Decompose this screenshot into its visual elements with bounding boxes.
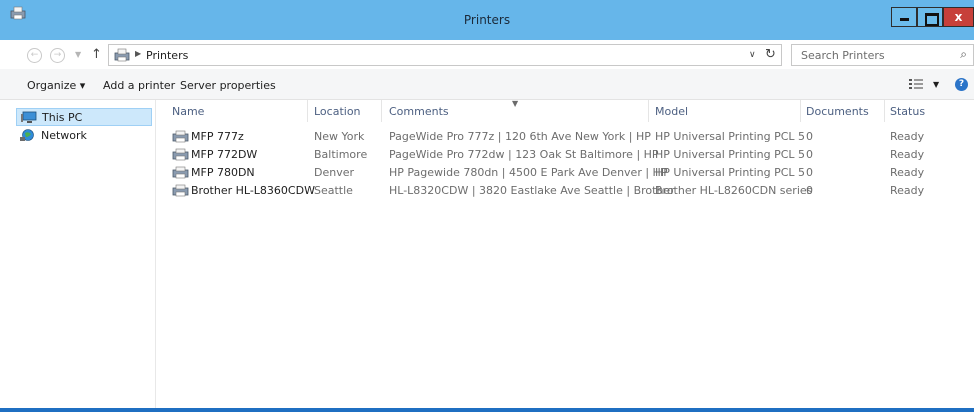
printer-name: MFP 780DN — [191, 166, 255, 179]
printer-status: Ready — [890, 184, 925, 197]
printer-model: HP Universal Printing PCL 5 — [655, 148, 806, 161]
column-header-status[interactable]: Status — [890, 105, 925, 118]
printer-documents: 0 — [806, 166, 813, 179]
printer-model: HP Universal Printing PCL 5 — [655, 166, 806, 179]
printer-comments: HL-L8320CDW | 3820 Eastlake Ave Seattle … — [389, 184, 675, 197]
sidebar-item-label: Network — [41, 129, 87, 142]
printer-status: Ready — [890, 130, 925, 143]
add-printer-button[interactable]: Add a printer — [103, 79, 175, 92]
recent-locations-chevron-icon[interactable]: ▼ — [75, 50, 81, 59]
column-divider[interactable] — [381, 100, 382, 122]
printer-location: Seattle — [314, 184, 353, 197]
window-title: Printers — [463, 13, 511, 27]
printer-icon — [172, 130, 189, 143]
column-divider[interactable] — [800, 100, 801, 122]
printer-documents: 0 — [806, 148, 813, 161]
server-properties-button[interactable]: Server properties — [180, 79, 276, 92]
printer-location: Denver — [314, 166, 355, 179]
printer-row[interactable]: MFP 772DW Baltimore PageWide Pro 772dw |… — [157, 146, 974, 163]
printer-model: Brother HL-L8260CDN series — [655, 184, 813, 197]
up-arrow-icon[interactable]: ↑ — [91, 47, 102, 62]
printer-icon — [172, 184, 189, 197]
maximize-button[interactable] — [917, 7, 943, 27]
sidebar-item-label: This PC — [42, 111, 83, 124]
column-header-documents[interactable]: Documents — [806, 105, 869, 118]
command-toolbar: Organize ▾ Add a printer Server properti… — [0, 69, 974, 100]
address-row: ← → ▼ ↑ ▶ Printers ∨ ↻ Search Printers ⌕ — [0, 40, 974, 69]
search-icon[interactable]: ⌕ — [960, 47, 967, 62]
search-placeholder: Search Printers — [801, 49, 885, 62]
computer-icon — [21, 111, 37, 123]
sort-indicator-icon: ▼ — [512, 99, 519, 108]
printer-comments: PageWide Pro 772dw | 123 Oak St Baltimor… — [389, 148, 659, 161]
refresh-icon[interactable]: ↻ — [765, 47, 776, 62]
minimize-button[interactable] — [891, 7, 917, 27]
printer-documents: 0 — [806, 130, 813, 143]
printer-status: Ready — [890, 166, 925, 179]
window-bottom-border — [0, 408, 974, 412]
address-dropdown-chevron-icon[interactable]: ∨ — [749, 50, 756, 60]
printer-name: MFP 772DW — [191, 148, 258, 161]
sidebar-item-this-pc[interactable]: This PC — [16, 108, 152, 126]
printer-comments: HP Pagewide 780dn | 4500 E Park Ave Denv… — [389, 166, 668, 179]
title-bar: Printers x — [0, 0, 974, 40]
column-headers: Name Location Comments ▼ Model Documents… — [157, 99, 974, 122]
sidebar-item-network[interactable]: Network — [16, 127, 152, 145]
printer-location: New York — [314, 130, 365, 143]
breadcrumb-chevron-icon[interactable]: ▶ — [135, 49, 141, 58]
navigation-pane: This PC Network — [13, 100, 156, 412]
printer-name: MFP 777z — [191, 130, 244, 143]
search-input[interactable]: Search Printers ⌕ — [791, 44, 974, 66]
breadcrumb-printers[interactable]: Printers — [146, 49, 188, 62]
view-options-chevron-icon[interactable]: ▼ — [933, 80, 939, 89]
organize-button[interactable]: Organize ▾ — [27, 79, 85, 92]
printer-status: Ready — [890, 148, 925, 161]
change-view-icon[interactable] — [909, 78, 923, 90]
printer-row[interactable]: MFP 777z New York PageWide Pro 777z | 12… — [157, 128, 974, 145]
printer-row[interactable]: Brother HL-L8360CDW Seattle HL-L8320CDW … — [157, 182, 974, 199]
address-bar[interactable]: ▶ Printers ∨ ↻ — [108, 44, 782, 66]
column-header-name[interactable]: Name — [172, 105, 204, 118]
back-arrow-icon[interactable]: ← — [27, 48, 42, 63]
printer-icon — [172, 166, 189, 179]
help-icon[interactable]: ? — [955, 78, 968, 91]
column-divider[interactable] — [884, 100, 885, 122]
printer-name: Brother HL-L8360CDW — [191, 184, 315, 197]
printer-comments: PageWide Pro 777z | 120 6th Ave New York… — [389, 130, 651, 143]
column-header-model[interactable]: Model — [655, 105, 688, 118]
printer-icon — [172, 148, 189, 161]
printer-row[interactable]: MFP 780DN Denver HP Pagewide 780dn | 450… — [157, 164, 974, 181]
network-icon — [20, 129, 34, 141]
close-button[interactable]: x — [943, 7, 974, 27]
column-divider[interactable] — [648, 100, 649, 122]
column-divider[interactable] — [307, 100, 308, 122]
printers-folder-icon — [114, 48, 130, 62]
column-header-location[interactable]: Location — [314, 105, 361, 118]
printer-documents: 0 — [806, 184, 813, 197]
printer-location: Baltimore — [314, 148, 368, 161]
printer-model: HP Universal Printing PCL 5 — [655, 130, 806, 143]
forward-arrow-icon[interactable]: → — [50, 48, 65, 63]
column-header-comments[interactable]: Comments — [389, 105, 449, 118]
